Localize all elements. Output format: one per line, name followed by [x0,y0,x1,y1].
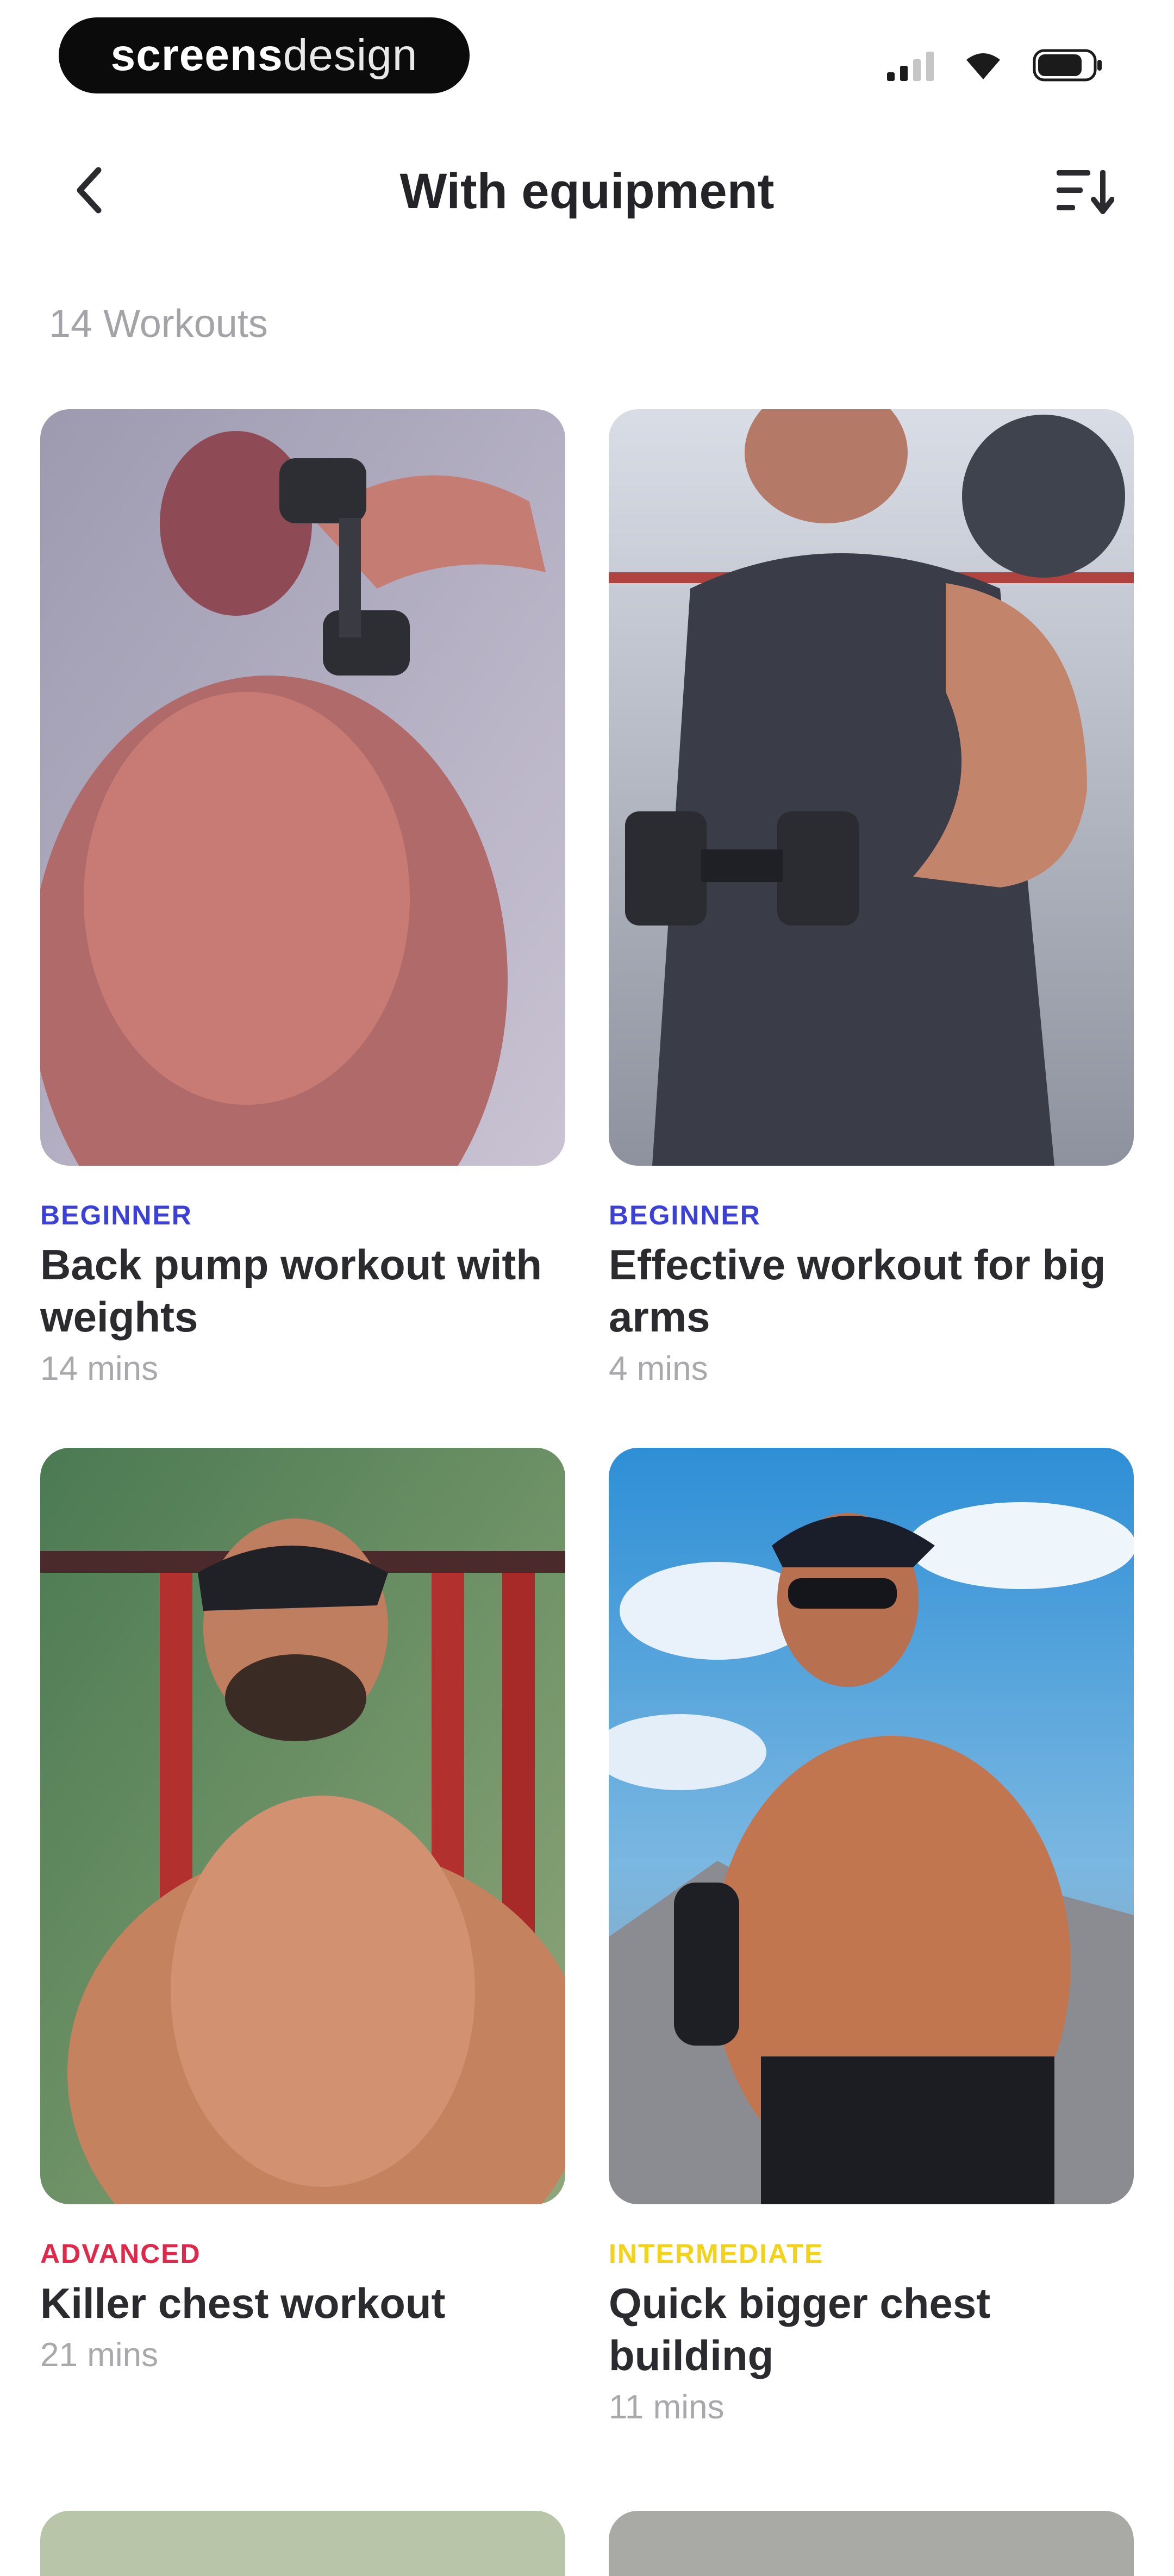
brand-logo-light: design [283,30,418,80]
workout-thumbnail [609,409,1134,1166]
workout-thumbnail [40,1448,565,2204]
workout-duration: 21 mins [40,2336,159,2374]
workout-title: Effective workout for big arms [609,1241,1106,1341]
status-bar: screens design [0,0,1174,114]
workout-count: 14 Workouts [49,302,268,346]
workout-grid: BEGINNER Back pump workout with weights … [40,409,1134,2427]
workout-title: Back pump workout with weights [40,1241,542,1341]
workout-thumbnail [40,409,565,1166]
status-icons [887,46,1103,84]
page-title: With equipment [399,164,775,219]
sort-button[interactable] [1049,160,1120,220]
workout-card[interactable]: INTERMEDIATE Quick bigger chest building… [609,1448,1134,2427]
workout-card[interactable]: BEGINNER Back pump workout with weights … [40,409,565,1388]
nav-bar: With equipment [0,136,1174,245]
workout-title: Quick bigger chest building [609,2279,991,2379]
workout-card[interactable]: ADVANCED Killer chest workout 21 mins [40,1448,565,2427]
battery-icon [1033,49,1103,82]
workout-card-peek[interactable] [40,2511,565,2576]
workout-duration: 14 mins [40,1350,159,1387]
difficulty-label: BEGINNER [40,1200,192,1230]
brand-logo: screens design [59,17,470,93]
signal-icon [887,49,934,81]
workout-card[interactable]: BEGINNER Effective workout for big arms … [609,409,1134,1388]
sort-list-icon [1057,170,1114,214]
workout-card-peek[interactable] [609,2511,1134,2576]
workout-duration: 11 mins [609,2389,725,2426]
workout-duration: 4 mins [609,1350,708,1387]
brand-logo-strong: screens [110,30,283,80]
workout-title: Killer chest workout [40,2279,446,2327]
workout-thumbnail [609,1448,1134,2204]
wifi-icon [964,50,1002,80]
difficulty-label: BEGINNER [609,1200,761,1230]
difficulty-label: INTERMEDIATE [609,2239,824,2269]
difficulty-label: ADVANCED [40,2239,201,2269]
